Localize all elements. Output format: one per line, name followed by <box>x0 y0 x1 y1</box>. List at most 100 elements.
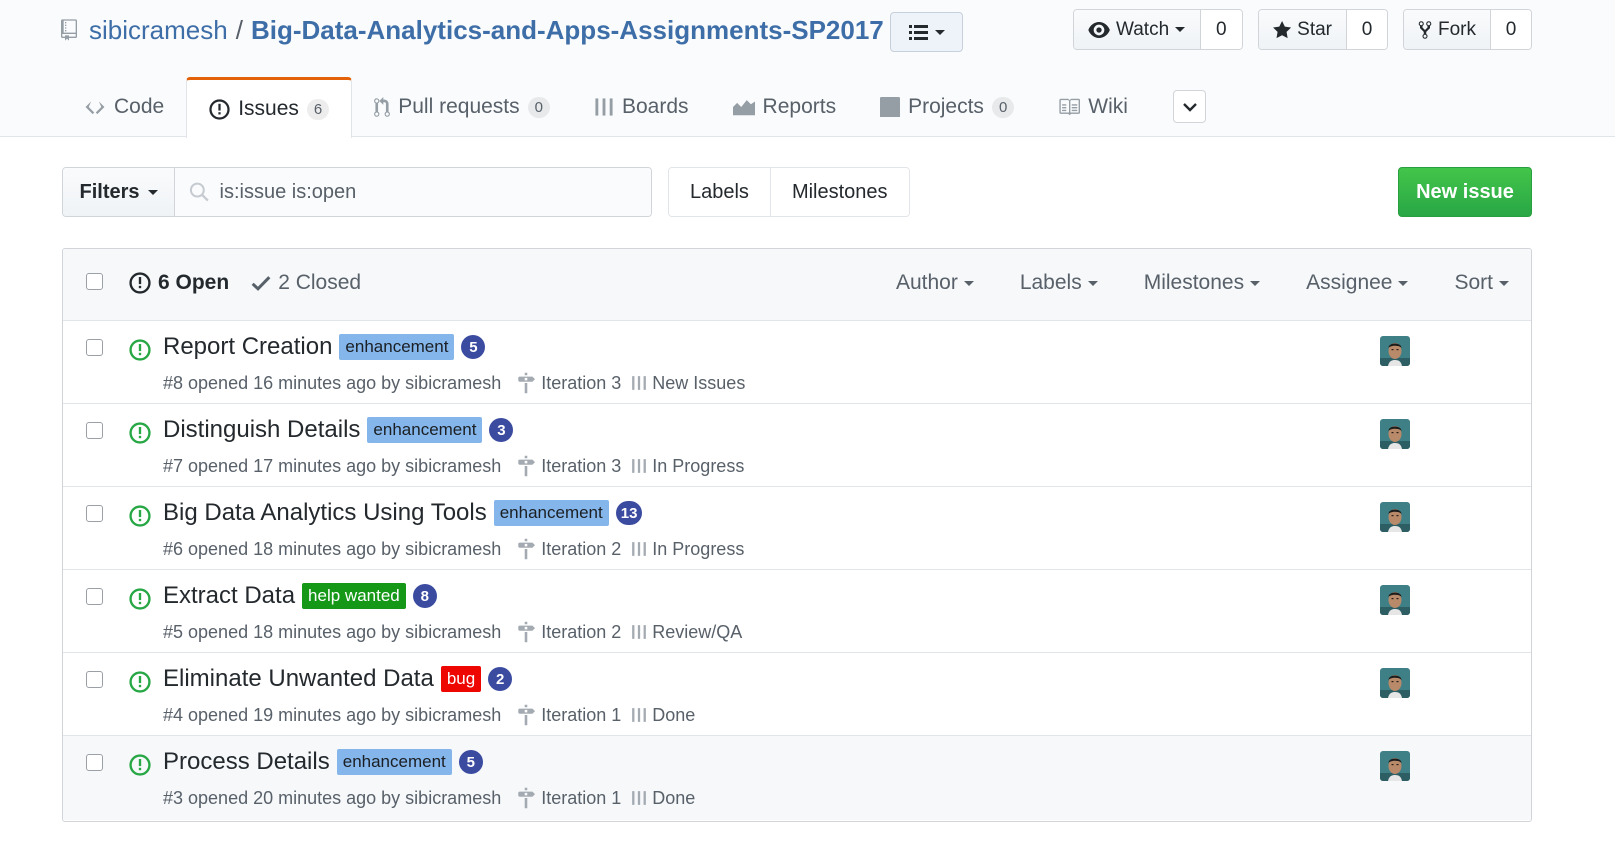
tab-counter: 0 <box>991 96 1015 118</box>
tab-projects[interactable]: Projects 0 <box>858 77 1036 137</box>
tab-pull-requests[interactable]: Pull requests 0 <box>352 77 572 137</box>
milestones-filter-menu[interactable]: Milestones <box>1144 271 1261 295</box>
tab-label: Wiki <box>1088 95 1128 118</box>
fork-button[interactable]: Fork <box>1404 10 1491 49</box>
issue-milestone[interactable]: Iteration 2 <box>517 621 621 643</box>
issue-title-line: Extract Data help wanted 8 <box>163 582 437 610</box>
issue-title-link[interactable]: Process Details <box>163 748 330 776</box>
milestone-icon <box>518 787 536 809</box>
watch-group: Watch 0 <box>1073 9 1243 50</box>
avatar-image <box>1380 585 1410 615</box>
more-tabs-button[interactable] <box>1173 90 1206 123</box>
issue-label[interactable]: help wanted <box>302 583 406 609</box>
avatar[interactable] <box>1380 668 1410 698</box>
issue-checkbox[interactable] <box>86 339 103 356</box>
pipeline-label: New Issues <box>652 372 746 393</box>
issue-row: Eliminate Unwanted Data bug 2 #4 opened … <box>63 653 1531 736</box>
tab-boards[interactable]: Boards <box>572 77 711 137</box>
star-button[interactable]: Star <box>1259 10 1347 49</box>
watch-button[interactable]: Watch <box>1074 10 1201 49</box>
boards-icon <box>632 542 647 556</box>
milestone-icon <box>518 704 536 726</box>
watch-count[interactable]: 0 <box>1200 10 1242 49</box>
issue-label[interactable]: enhancement <box>339 334 455 360</box>
issue-title-link[interactable]: Report Creation <box>163 333 332 361</box>
issue-states: 6 Open 2 Closed <box>129 271 361 295</box>
labels-milestones-group: Labels Milestones <box>668 167 910 217</box>
avatar[interactable] <box>1380 336 1410 366</box>
issue-label[interactable]: bug <box>440 666 482 692</box>
project-icon <box>880 97 901 117</box>
repo-name-link[interactable]: Big-Data-Analytics-and-Apps-Assignments-… <box>251 15 884 46</box>
tab-reports[interactable]: Reports <box>711 77 859 137</box>
issue-opened-icon <box>129 422 151 444</box>
fork-group: Fork 0 <box>1403 9 1532 50</box>
milestone-label: Iteration 2 <box>541 538 622 559</box>
list-menu-button[interactable] <box>890 12 963 52</box>
star-count[interactable]: 0 <box>1347 10 1387 49</box>
issue-checkbox[interactable] <box>86 422 103 439</box>
chevron-down-icon <box>1499 280 1509 286</box>
chevron-down-icon <box>1175 27 1186 32</box>
issue-title-link[interactable]: Distinguish Details <box>163 416 360 444</box>
menu-label: Author <box>895 271 958 294</box>
author-filter-menu[interactable]: Author <box>896 271 974 295</box>
repo-header: sibicramesh / Big-Data-Analytics-and-App… <box>0 0 1615 138</box>
avatar[interactable] <box>1380 585 1410 615</box>
issue-title-link[interactable]: Eliminate Unwanted Data <box>163 665 434 693</box>
issue-opened-icon <box>129 339 151 361</box>
issue-meta: #7 opened 17 minutes ago by sibicramesh … <box>163 455 744 477</box>
avatar[interactable] <box>1380 502 1410 532</box>
issue-checkbox[interactable] <box>86 671 103 688</box>
issue-row: Distinguish Details enhancement 3 #7 ope… <box>63 404 1531 487</box>
repo-title: sibicramesh / Big-Data-Analytics-and-App… <box>61 12 884 48</box>
repo-owner-link[interactable]: sibicramesh <box>89 15 228 46</box>
search-input[interactable] <box>219 180 651 204</box>
issue-milestone[interactable]: Iteration 1 <box>517 787 621 809</box>
estimate-badge: 3 <box>489 418 514 442</box>
new-issue-button[interactable]: New issue <box>1398 167 1532 217</box>
filters-group: Filters <box>62 167 652 217</box>
eye-icon <box>1088 21 1110 38</box>
tab-label: Pull requests <box>398 95 520 118</box>
tab-code[interactable]: Code <box>62 77 186 137</box>
avatar[interactable] <box>1380 419 1410 449</box>
fork-count[interactable]: 0 <box>1491 10 1531 49</box>
labels-button[interactable]: Labels <box>669 168 770 216</box>
issue-pipeline: Review/QA <box>631 622 742 643</box>
issue-label[interactable]: enhancement <box>493 500 609 526</box>
estimate-badge: 8 <box>412 584 437 608</box>
avatar[interactable] <box>1380 751 1410 781</box>
open-issues-link[interactable]: 6 Open <box>129 271 229 295</box>
milestones-button[interactable]: Milestones <box>769 168 909 216</box>
sort-menu[interactable]: Sort <box>1454 271 1509 295</box>
issue-label[interactable]: enhancement <box>336 749 452 775</box>
select-all-checkbox[interactable] <box>86 273 103 290</box>
issue-milestone[interactable]: Iteration 3 <box>517 455 621 477</box>
issue-milestone[interactable]: Iteration 1 <box>517 704 621 726</box>
issue-rows: Report Creation enhancement 5 #8 opened … <box>63 321 1531 820</box>
issue-meta: #3 opened 20 minutes ago by sibicramesh … <box>163 787 695 809</box>
issue-checkbox[interactable] <box>86 505 103 522</box>
estimate-badge: 13 <box>615 501 643 525</box>
issue-pipeline: Done <box>631 705 695 726</box>
filters-button[interactable]: Filters <box>63 168 175 216</box>
issue-opened-by: #3 opened 20 minutes ago by sibicramesh <box>163 787 502 808</box>
issue-milestone[interactable]: Iteration 2 <box>517 538 621 560</box>
boards-icon <box>632 791 647 805</box>
issue-title-link[interactable]: Big Data Analytics Using Tools <box>163 499 487 527</box>
closed-issues-link[interactable]: 2 Closed <box>251 271 361 295</box>
issue-label[interactable]: enhancement <box>367 417 483 443</box>
issue-checkbox[interactable] <box>86 754 103 771</box>
issue-milestone[interactable]: Iteration 3 <box>517 372 621 394</box>
tab-counter: 0 <box>527 96 550 118</box>
issue-opened-by: #5 opened 18 minutes ago by sibicramesh <box>163 621 502 642</box>
milestone-label: Iteration 2 <box>541 621 622 642</box>
tab-wiki[interactable]: Wiki <box>1036 77 1150 137</box>
tab-issues[interactable]: Issues 6 <box>186 77 353 138</box>
issue-title-link[interactable]: Extract Data <box>163 582 295 610</box>
assignee-filter-menu[interactable]: Assignee <box>1306 271 1409 295</box>
issue-checkbox[interactable] <box>86 588 103 605</box>
labels-filter-menu[interactable]: Labels <box>1020 271 1098 295</box>
star-label: Star <box>1297 18 1332 40</box>
